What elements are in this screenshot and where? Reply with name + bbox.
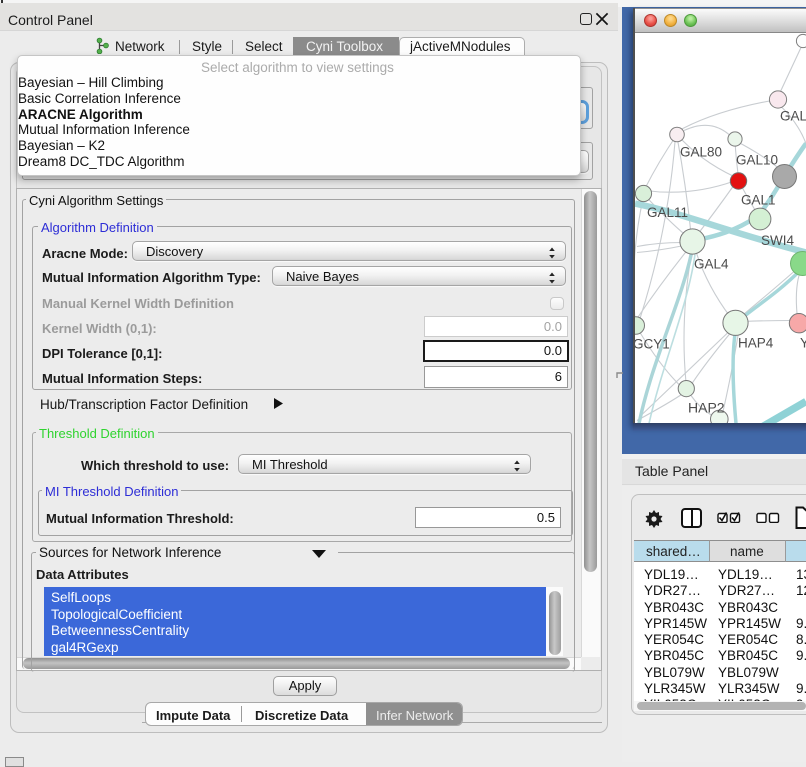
svg-text:HAP2: HAP2 bbox=[688, 400, 725, 416]
svg-text:Y: Y bbox=[800, 336, 806, 351]
svg-text:GAL80: GAL80 bbox=[680, 145, 722, 160]
svg-text:GAL7: GAL7 bbox=[780, 109, 806, 124]
svg-text:HAP4: HAP4 bbox=[738, 336, 774, 351]
svg-text:GCY1: GCY1 bbox=[635, 337, 670, 352]
svg-text:GAL1: GAL1 bbox=[741, 193, 776, 208]
svg-text:GAL10: GAL10 bbox=[736, 153, 778, 168]
svg-text:SWI4: SWI4 bbox=[761, 233, 794, 248]
svg-text:GAL4: GAL4 bbox=[694, 257, 729, 272]
svg-text:GAL11: GAL11 bbox=[647, 205, 688, 220]
